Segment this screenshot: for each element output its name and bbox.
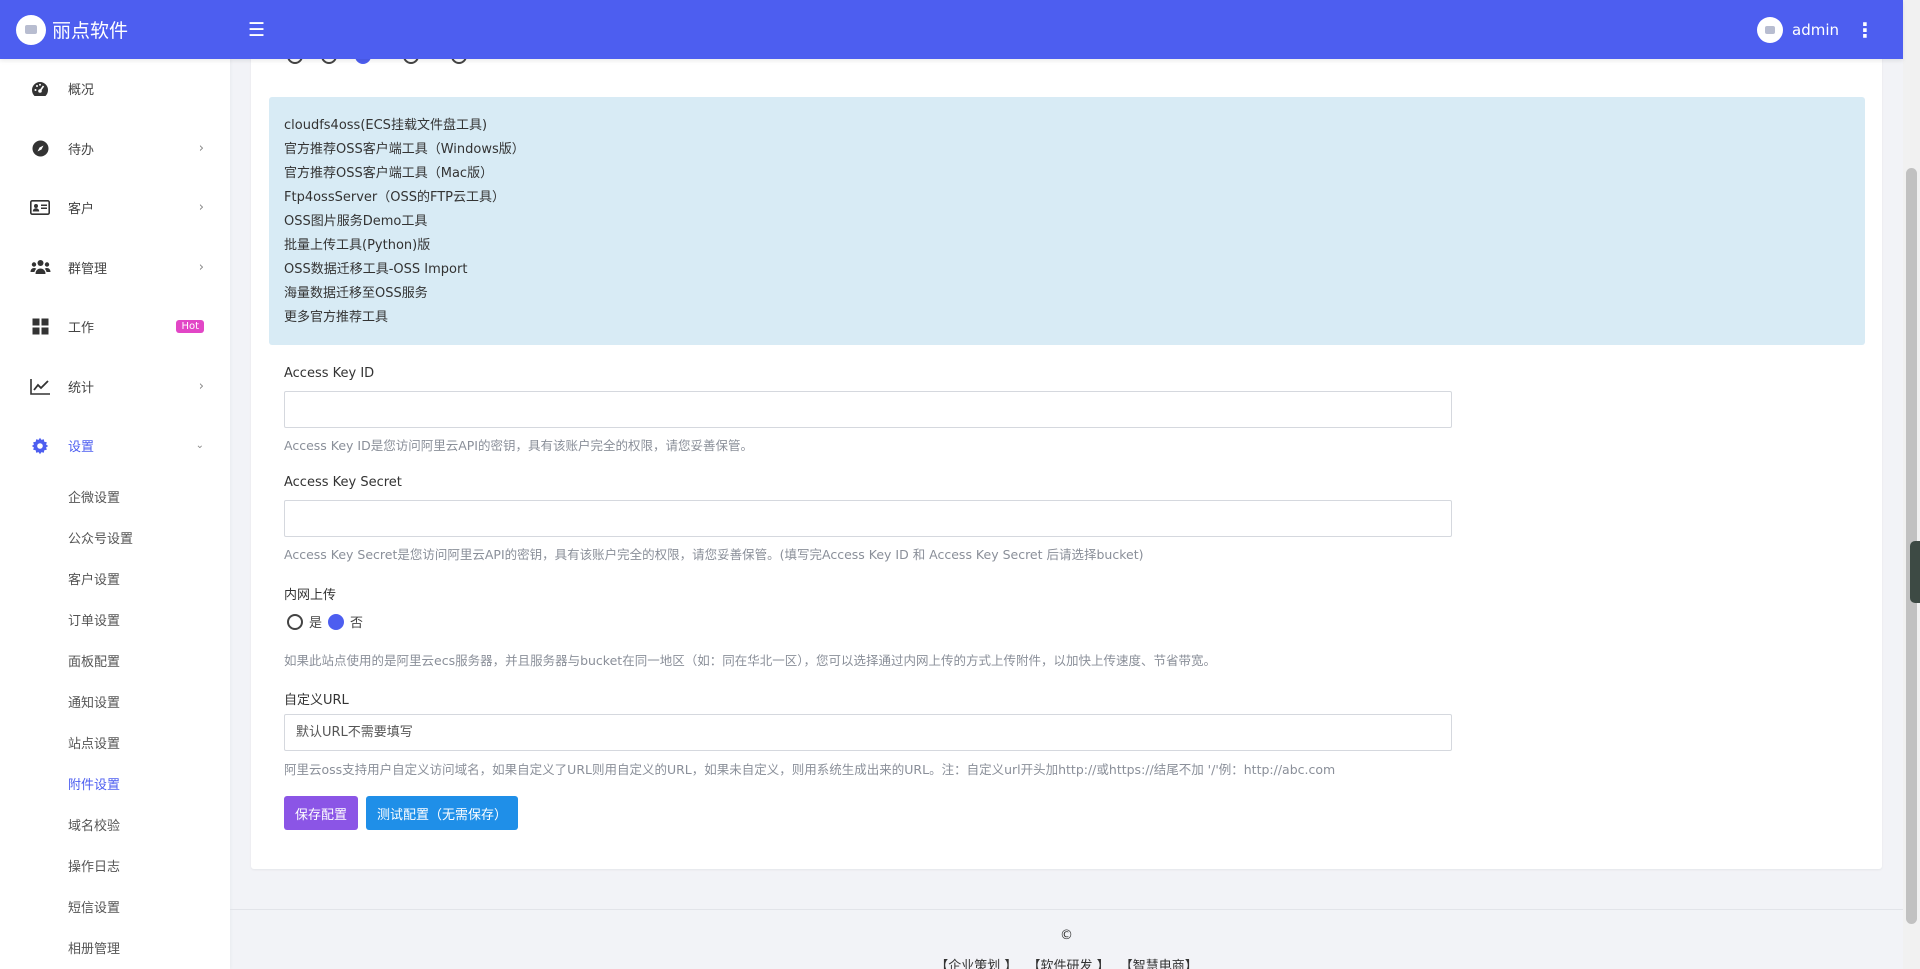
footer-links: 【企业策划 】 【软件研发 】 【智慧电商】: [230, 955, 1903, 969]
sidebar-subitem-panel-config[interactable]: 面板配置: [0, 640, 230, 681]
brand-logo-icon: [16, 14, 46, 45]
save-config-button[interactable]: 保存配置: [284, 796, 359, 830]
sidebar-item-groups[interactable]: 群管理 ›: [0, 238, 230, 298]
access-key-secret-label: Access Key Secret: [284, 475, 402, 490]
side-drawer-handle[interactable]: [1910, 541, 1920, 603]
sidebar-item-work[interactable]: 工作 Hot: [0, 297, 230, 357]
tool-link[interactable]: 官方推荐OSS客户端工具（Mac版）: [284, 162, 1850, 186]
hot-badge: Hot: [176, 320, 204, 334]
footer-link[interactable]: 【智慧电商】: [1120, 959, 1198, 969]
avatar[interactable]: [1757, 16, 1783, 43]
sidebar-subitem-notification-settings[interactable]: 通知设置: [0, 681, 230, 722]
users-icon: [29, 258, 51, 276]
footer: © 【企业策划 】 【软件研发 】 【智慧电商】: [230, 909, 1903, 969]
brand-name: 丽点软件: [52, 20, 129, 42]
sidebar-subitem-customer-settings[interactable]: 客户设置: [0, 558, 230, 599]
top-navbar: 丽点软件 ☰ admin ⋮: [0, 0, 1903, 59]
tool-link[interactable]: cloudfs4oss(ECS挂载文件盘工具): [284, 114, 1850, 138]
access-key-id-help: Access Key ID是您访问阿里云API的密钥，具有该账户完全的权限，请您…: [284, 438, 753, 453]
id-card-icon: [29, 199, 51, 217]
intranet-upload-label: 内网上传: [284, 588, 337, 603]
sidebar-subitem-sms-settings[interactable]: 短信设置: [0, 886, 230, 927]
tool-link[interactable]: 批量上传工具(Python)版: [284, 234, 1850, 258]
sidebar-subitem-album-management[interactable]: 相册管理: [0, 927, 230, 968]
sidebar-subitem-wecom-settings[interactable]: 企微设置: [0, 476, 230, 517]
sidebar-item-statistics[interactable]: 统计 ›: [0, 357, 230, 417]
test-config-button[interactable]: 测试配置（无需保存）: [366, 796, 519, 830]
access-key-secret-help: Access Key Secret是您访问阿里云API的密钥，具有该账户完全的权…: [284, 547, 1144, 562]
intranet-option-yes[interactable]: 是: [287, 612, 322, 631]
radio-button[interactable]: [287, 613, 303, 630]
access-key-secret-input[interactable]: [284, 500, 1452, 537]
tool-link[interactable]: 海量数据迁移至OSS服务: [284, 282, 1850, 306]
access-key-id-label: Access Key ID: [284, 366, 375, 381]
access-key-id-input[interactable]: [284, 391, 1452, 428]
tool-link[interactable]: 更多官方推荐工具: [284, 306, 1850, 330]
chevron-right-icon: ›: [198, 378, 204, 394]
sidebar-subitem-domain-verification[interactable]: 域名校验: [0, 804, 230, 845]
sidebar-subitem-site-settings[interactable]: 站点设置: [0, 722, 230, 763]
sidebar-item-label: 群管理: [68, 261, 108, 277]
sidebar-subitem-official-account-settings[interactable]: 公众号设置: [0, 517, 230, 558]
intranet-upload-help: 如果此站点使用的是阿里云ecs服务器，并且服务器与bucket在同一地区（如：同…: [284, 653, 1216, 668]
sidebar-item-todo[interactable]: 待办 ›: [0, 119, 230, 179]
chevron-right-icon: ›: [198, 259, 204, 275]
brand[interactable]: 丽点软件: [0, 14, 230, 45]
user-name[interactable]: admin: [1792, 21, 1839, 39]
sidebar-item-overview[interactable]: 概况: [0, 59, 230, 119]
gauge-icon: [29, 80, 51, 98]
gear-icon: [29, 437, 51, 455]
sidebar-item-label: 统计: [68, 380, 95, 396]
sidebar-item-label: 概况: [68, 83, 95, 99]
sidebar: 概况 待办 › 客户 › 群管理 › 工作 Hot 统计 › 设置 ⌄ 企微设置…: [0, 59, 230, 969]
hamburger-menu-icon[interactable]: ☰: [248, 19, 265, 41]
grid-icon: [29, 318, 51, 336]
footer-link[interactable]: 【软件研发 】: [1027, 959, 1109, 969]
compass-icon: [29, 139, 51, 157]
page-scrollbar[interactable]: [1903, 0, 1920, 969]
radio-label: 否: [350, 616, 364, 631]
tool-link[interactable]: OSS图片服务Demo工具: [284, 210, 1850, 234]
recommended-tools-box: cloudfs4oss(ECS挂载文件盘工具) 官方推荐OSS客户端工具（Win…: [269, 97, 1865, 345]
tool-link[interactable]: Ftp4ossServer（OSS的FTP云工具）: [284, 186, 1850, 210]
chart-line-icon: [29, 377, 51, 395]
sidebar-item-label: 设置: [68, 440, 95, 456]
sidebar-item-label: 客户: [68, 202, 95, 218]
tool-link[interactable]: OSS数据迁移工具-OSS Import: [284, 258, 1850, 282]
chevron-down-icon: ⌄: [195, 440, 204, 452]
sidebar-item-settings[interactable]: 设置 ⌄: [0, 416, 230, 476]
intranet-option-no[interactable]: 否: [328, 612, 363, 631]
intranet-upload-radios: 是 否: [287, 612, 369, 631]
sidebar-subitem-attachment-settings[interactable]: 附件设置: [0, 763, 230, 804]
copyright: ©: [1060, 928, 1073, 943]
radio-button-checked[interactable]: [328, 613, 345, 630]
more-vertical-icon[interactable]: ⋮: [1855, 18, 1875, 42]
chevron-right-icon: ›: [198, 140, 204, 156]
custom-url-help: 阿里云oss支持用户自定义访问域名，如果自定义了URL则用自定义的URL，如果未…: [284, 762, 1336, 777]
sidebar-item-label: 工作: [68, 321, 95, 337]
tool-link[interactable]: 官方推荐OSS客户端工具（Windows版）: [284, 138, 1850, 162]
custom-url-input[interactable]: [284, 714, 1452, 751]
settings-card: cloudfs4oss(ECS挂载文件盘工具) 官方推荐OSS客户端工具（Win…: [251, 30, 1882, 869]
footer-link[interactable]: 【企业策划 】: [935, 959, 1017, 969]
sidebar-item-label: 待办: [68, 142, 95, 158]
sidebar-item-customers[interactable]: 客户 ›: [0, 178, 230, 238]
chevron-right-icon: ›: [198, 200, 204, 216]
radio-label: 是: [309, 616, 323, 631]
custom-url-label: 自定义URL: [284, 693, 349, 708]
sidebar-subitem-order-settings[interactable]: 订单设置: [0, 599, 230, 640]
sidebar-subitem-operation-log[interactable]: 操作日志: [0, 845, 230, 886]
